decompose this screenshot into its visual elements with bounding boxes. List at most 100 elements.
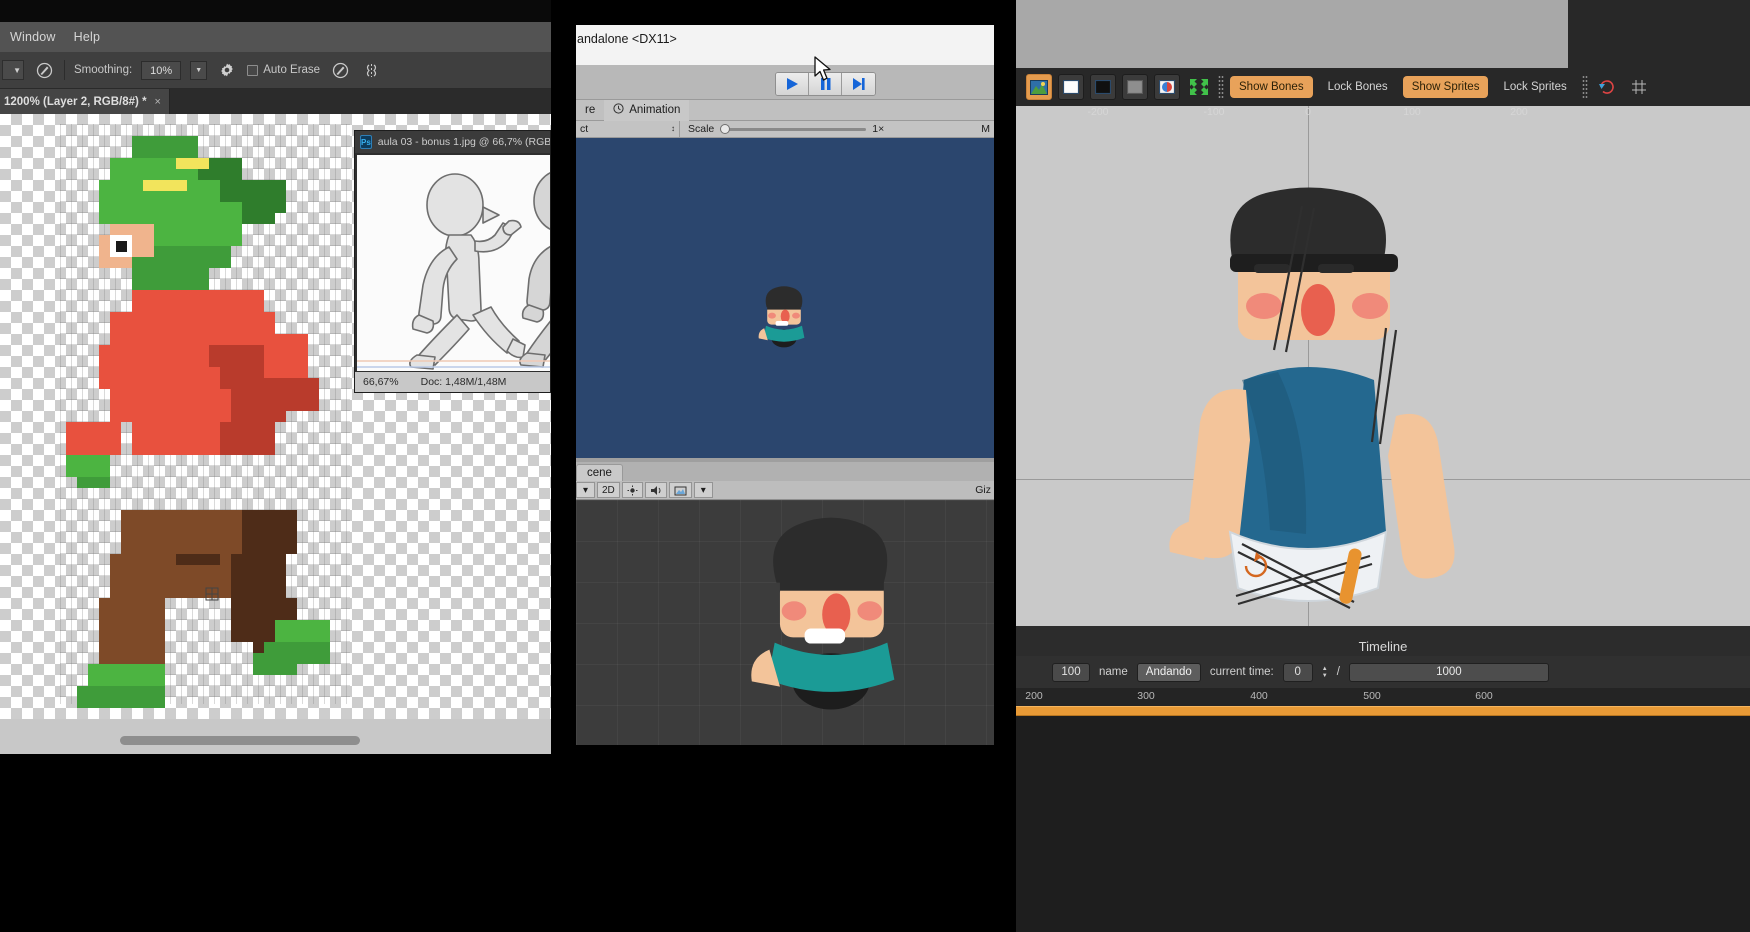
animation-name-input[interactable]: Andando: [1136, 662, 1201, 682]
current-time-stepper[interactable]: ▲ ▼: [1322, 666, 1328, 679]
toggle-lock-sprites[interactable]: Lock Sprites: [1494, 76, 1575, 98]
tab-inspector[interactable]: re: [576, 100, 604, 121]
timeline-controls: 100 name Andando current time: 0 ▲ ▼ / 10…: [1016, 656, 1750, 688]
photoshop-panel: Window Help ▼ Smoothing: 10% ▼ Auto Eras…: [0, 0, 551, 932]
toggle-show-bones[interactable]: Show Bones: [1230, 76, 1313, 98]
time-tick-500: 500: [1363, 690, 1381, 702]
toggle-2d-button[interactable]: 2D: [597, 482, 620, 498]
scale-control[interactable]: Scale 1×: [680, 123, 981, 135]
toggle-show-sprites[interactable]: Show Sprites: [1402, 76, 1489, 98]
black-swatch-icon[interactable]: [1090, 74, 1116, 100]
scale-slider[interactable]: [720, 123, 867, 134]
photoshop-options-bar: ▼ Smoothing: 10% ▼ Auto Erase: [0, 52, 551, 89]
light-icon[interactable]: [621, 482, 643, 498]
step-forward-icon[interactable]: [842, 73, 875, 95]
chevron-updown-icon[interactable]: ↕: [671, 125, 675, 133]
undo-icon[interactable]: [1594, 74, 1620, 100]
current-time-input[interactable]: 0: [1282, 662, 1313, 682]
fx-dropdown-icon[interactable]: ▾: [693, 482, 713, 498]
object-selector-label: ct: [580, 123, 589, 135]
scale-slider-knob[interactable]: [720, 123, 731, 134]
document-zoom-level: 66,67%: [363, 376, 399, 388]
timeline-track[interactable]: [1016, 706, 1750, 716]
audio-icon[interactable]: [644, 482, 667, 498]
smoothing-input[interactable]: 10%: [141, 60, 182, 80]
unity-panel-tabs: re Animation: [576, 99, 994, 121]
pressure-opacity-icon[interactable]: [329, 59, 351, 81]
timeline-title: Timeline: [1358, 638, 1408, 654]
toolbar-divider: [1218, 75, 1224, 99]
toolbar-divider-2: [1581, 75, 1588, 99]
bone-editor-top-gray: [1016, 0, 1568, 68]
image-layer-icon[interactable]: [1026, 74, 1052, 100]
document-window-status-bar: 66,67% Doc: 1,48M/1,48M: [355, 372, 550, 392]
ruler-tick-100: 100: [1403, 106, 1421, 118]
photoshop-canvas[interactable]: Ps aula 03 - bonus 1.jpg @ 66,7% (RGB 66…: [0, 114, 551, 719]
color-wheel-icon[interactable]: [1154, 74, 1180, 100]
document-tab-label: 1200% (Layer 2, RGB/8#) *: [4, 95, 147, 108]
timeline-ruler[interactable]: 200 300 400 500 600: [1016, 688, 1750, 706]
clock-icon: [613, 103, 624, 117]
unity-game-view[interactable]: [576, 138, 994, 458]
shading-mode-dropdown[interactable]: ▾: [576, 482, 595, 498]
scale-value: 1×: [872, 123, 885, 135]
object-selector[interactable]: ct ↕: [576, 121, 680, 137]
time-tick-400: 400: [1250, 690, 1268, 702]
pressure-size-icon[interactable]: [33, 59, 55, 81]
ruler-tick--200: -200: [1087, 106, 1109, 118]
document-size-info: Doc: 1,48M/1,48M: [420, 376, 507, 388]
menu-item-help[interactable]: Help: [74, 30, 101, 44]
subbar-right-label: M: [981, 123, 990, 135]
brush-preset-dropdown-icon[interactable]: ▼: [2, 60, 24, 80]
auto-erase-checkbox[interactable]: [247, 64, 259, 76]
tab-animation[interactable]: Animation: [604, 99, 690, 121]
unity-animation-subbar: ct ↕ Scale 1× M: [576, 121, 994, 138]
horizontal-scrollbar[interactable]: [120, 736, 360, 745]
unity-scene-toolbar: ▾ 2D ▾ Giz: [576, 481, 994, 500]
scale-label: Scale: [688, 123, 715, 135]
walk-cycle-reference-drawing: [357, 172, 550, 370]
tablet-symmetry-icon[interactable]: [360, 59, 382, 81]
frame-rate-input[interactable]: 100: [1052, 662, 1090, 682]
photoshop-document-window[interactable]: Ps aula 03 - bonus 1.jpg @ 66,7% (RGB 66…: [354, 130, 551, 393]
play-icon[interactable]: [776, 73, 809, 95]
white-swatch-icon[interactable]: [1058, 74, 1084, 100]
duration-input[interactable]: 1000: [1348, 662, 1549, 682]
smoothing-options-gear-icon[interactable]: [216, 59, 238, 81]
auto-erase-checkbox-group[interactable]: Auto Erase: [247, 64, 320, 76]
bone-editor-viewport[interactable]: -200 -100 0 100 200: [1016, 106, 1750, 626]
bone-editor-ruler: -200 -100 0 100 200: [1016, 106, 1750, 124]
ruler-tick-0: 0: [1305, 106, 1311, 118]
unity-scene-view[interactable]: [576, 500, 994, 745]
bone-editor-panel: Show Bones Lock Bones Show Sprites Lock …: [1016, 0, 1750, 932]
fit-view-icon[interactable]: [1186, 74, 1212, 100]
scene-character-large: [751, 517, 895, 710]
document-window-canvas[interactable]: [357, 155, 550, 371]
time-tick-300: 300: [1137, 690, 1155, 702]
document-tab[interactable]: 1200% (Layer 2, RGB/8#) * ×: [0, 89, 170, 114]
ruler-tick--100: -100: [1203, 106, 1225, 118]
gray-swatch-icon[interactable]: [1122, 74, 1148, 100]
auto-erase-label: Auto Erase: [263, 64, 321, 76]
unity-scene-tabrow: cene: [576, 462, 994, 481]
fx-icon[interactable]: [668, 482, 692, 498]
tab-scene[interactable]: cene: [576, 464, 623, 481]
menu-item-window[interactable]: Window: [10, 30, 56, 44]
unity-main-toolbar: [576, 65, 994, 100]
unity-window-titlebar: andalone <DX11>: [576, 25, 994, 65]
gizmos-label[interactable]: Giz: [975, 484, 994, 496]
tab-scene-label: cene: [587, 467, 612, 479]
name-label: name: [1099, 666, 1128, 678]
timeline-keyframe-area[interactable]: [1016, 716, 1750, 932]
close-icon[interactable]: ×: [155, 96, 161, 108]
grid-icon[interactable]: [1626, 74, 1652, 100]
mouse-cursor-icon: [814, 56, 831, 81]
smoothing-dropdown-icon[interactable]: ▼: [190, 60, 208, 80]
unity-window-title: andalone <DX11>: [577, 32, 677, 46]
document-window-titlebar[interactable]: Ps aula 03 - bonus 1.jpg @ 66,7% (RGB: [355, 131, 550, 153]
options-divider: [64, 60, 65, 80]
photoshop-menu-bar: Window Help: [0, 22, 551, 52]
tab-inspector-label: re: [585, 104, 596, 116]
toggle-lock-bones[interactable]: Lock Bones: [1319, 76, 1397, 98]
photoshop-top-letterbox: [0, 0, 551, 22]
